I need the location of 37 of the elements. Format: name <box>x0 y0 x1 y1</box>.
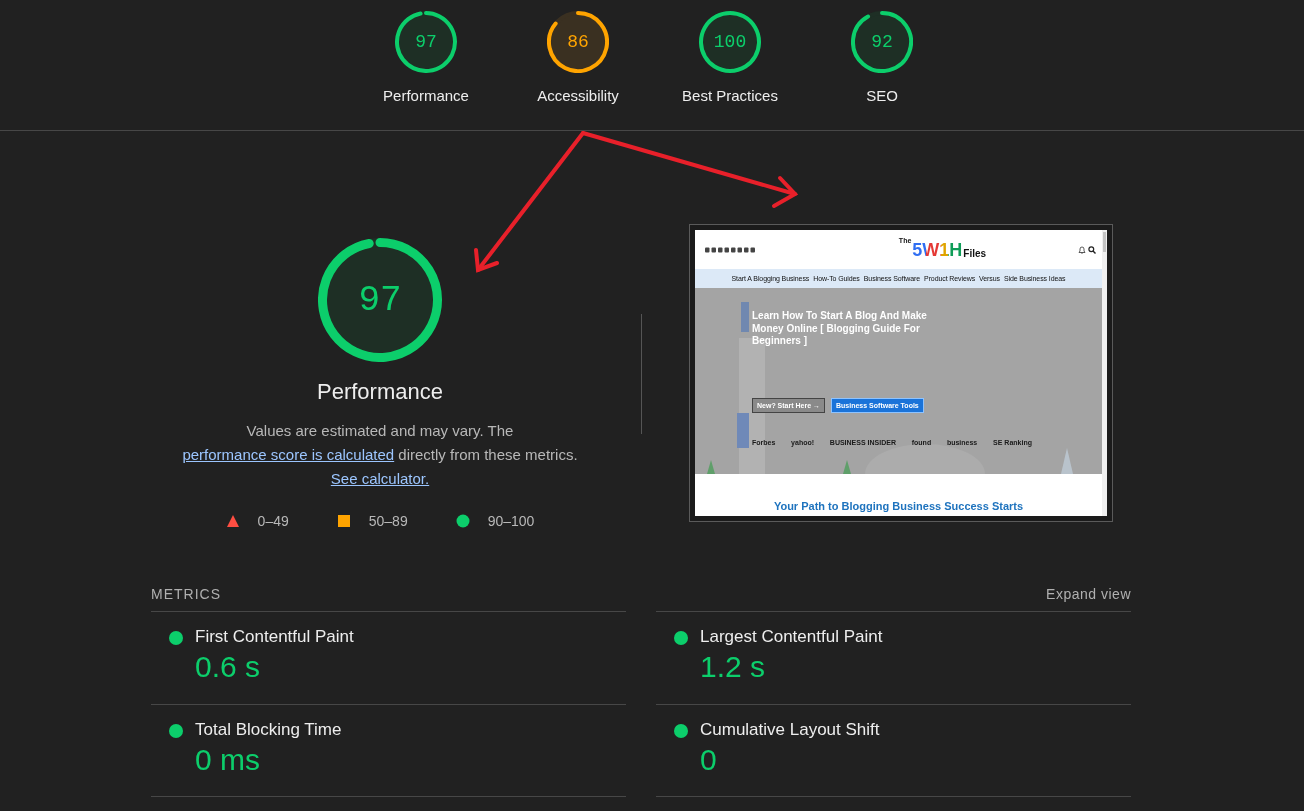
category-label[interactable]: Accessibility <box>537 87 619 104</box>
score-note: Values are estimated and may vary. The performance score is calculated directly from these metrics. See calculator. <box>181 421 579 489</box>
logo-text: Files <box>963 247 987 259</box>
score-value: 100 <box>713 32 747 52</box>
score-gauge <box>699 11 761 73</box>
logo-mark: 5W1H <box>912 240 963 259</box>
score-value: 97 <box>415 32 437 52</box>
legend-range: 50–89 <box>368 513 408 529</box>
search-icon[interactable] <box>1088 245 1096 254</box>
legend-range: 0–49 <box>257 513 289 529</box>
score-gauge <box>395 11 457 73</box>
category-label[interactable]: Performance <box>383 87 469 104</box>
metric-value: 0 ms <box>195 742 261 778</box>
metric-label: First Contentful Paint <box>195 628 354 646</box>
metric-value: 0 <box>700 742 718 778</box>
metric-label: Largest Contentful Paint <box>700 628 883 646</box>
score-value: 86 <box>567 32 589 52</box>
legend-range: 90–100 <box>487 513 535 529</box>
section-heading: Your Path to Blogging Business Success Starts <box>773 500 1024 513</box>
metric-value: 1.2 s <box>700 649 767 685</box>
category-label[interactable]: SEO <box>866 87 898 104</box>
social-icons <box>705 246 757 253</box>
metrics-title: METRICS <box>151 586 221 602</box>
score-value: 92 <box>871 32 893 52</box>
score-gauge <box>851 11 913 73</box>
score-gauge <box>547 11 609 73</box>
performance-title: Performance <box>317 379 443 405</box>
category-label[interactable]: Best Practices <box>682 87 778 104</box>
score-value: 97 <box>358 279 402 321</box>
metric-label: Total Blocking Time <box>195 721 342 739</box>
bell-icon[interactable] <box>1078 245 1086 254</box>
calculator-link[interactable]: See calculator. <box>330 470 430 487</box>
expand-view-link[interactable]: Expand view <box>1046 586 1131 602</box>
score-link[interactable]: performance score is calculated <box>182 446 395 463</box>
metric-label: Cumulative Layout Shift <box>700 721 880 739</box>
metric-value: 0.6 s <box>195 649 262 685</box>
hero-title: Learn How To Start A Blog And Make Money Online [ Blogging Guide For Beginners ] <box>752 310 928 348</box>
